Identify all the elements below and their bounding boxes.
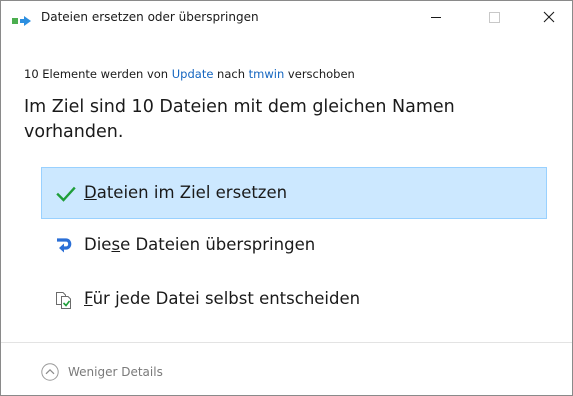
label-part: ateien im Ziel ersetzen (96, 183, 288, 202)
decide-per-file-option[interactable]: Für jede Datei selbst entscheiden (41, 274, 547, 326)
replace-files-label: Dateien im Ziel ersetzen (84, 183, 287, 202)
source-folder-link[interactable]: Update (172, 67, 214, 81)
chevron-up-circle-icon (41, 363, 59, 381)
skip-files-label: Diese Dateien überspringen (84, 235, 315, 254)
decide-per-file-label: Für jede Datei selbst entscheiden (84, 289, 360, 308)
maximize-button (471, 1, 517, 32)
access-key: D (84, 183, 97, 202)
label-part: ür jede Datei selbst entscheiden (92, 289, 361, 308)
close-icon (543, 11, 555, 23)
summary-suffix: verschoben (284, 67, 355, 81)
compare-files-icon (54, 290, 74, 310)
move-summary: 10 Elemente werden von Update nach tmwin… (24, 67, 355, 81)
less-details-label: Weniger Details (68, 365, 163, 379)
checkmark-icon (56, 184, 76, 204)
maximize-icon (489, 12, 500, 23)
dialog-footer: Weniger Details (1, 343, 572, 395)
summary-middle: nach (213, 67, 249, 81)
label-part: e Dateien überspringen (120, 235, 316, 254)
replace-files-option[interactable]: Dateien im Ziel ersetzen (41, 167, 547, 219)
window-title: Dateien ersetzen oder überspringen (41, 10, 259, 24)
skip-files-option[interactable]: Diese Dateien überspringen (41, 220, 547, 272)
skip-arrow-icon (54, 236, 74, 256)
replace-or-skip-dialog: Dateien ersetzen oder überspringen 10 El… (0, 0, 573, 396)
minimize-button[interactable] (413, 1, 459, 32)
label-part: Die (84, 235, 112, 254)
title-bar[interactable]: Dateien ersetzen oder überspringen (1, 1, 572, 33)
minimize-icon (431, 17, 441, 18)
less-details-button[interactable]: Weniger Details (41, 363, 201, 385)
move-files-icon (12, 12, 34, 26)
access-key: F (84, 289, 93, 308)
access-key: s (111, 235, 121, 254)
conflict-headline: Im Ziel sind 10 Dateien mit dem gleichen… (24, 97, 455, 142)
destination-folder-link[interactable]: tmwin (249, 67, 285, 81)
close-button[interactable] (526, 1, 572, 32)
summary-prefix: 10 Elemente werden von (24, 67, 172, 81)
